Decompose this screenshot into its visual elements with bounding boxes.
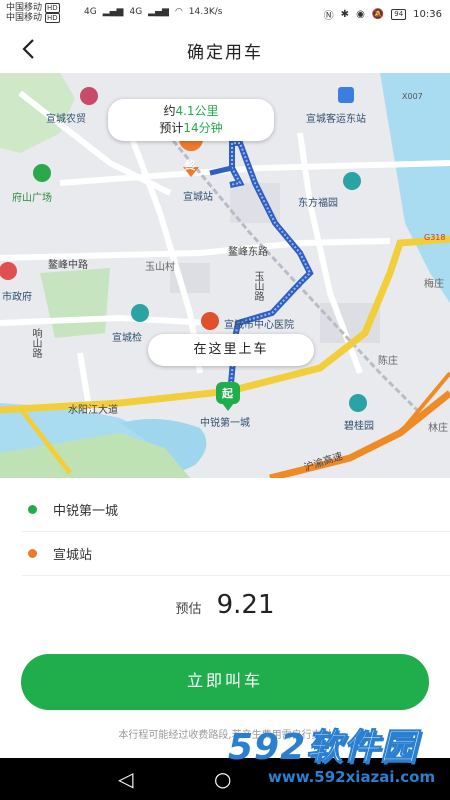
signal-icon: ▂▄▆ (102, 7, 124, 17)
trip-sheet: 中锐第一城 宣城站 预估 9.21 立即叫车 本行程可能经过收费路段,若产生费用… (0, 478, 450, 758)
end-marker: 终 (185, 159, 196, 172)
clock: 10:36 (413, 9, 442, 20)
location-icon: ◉ (356, 9, 365, 20)
time-prefix: 预计 (159, 121, 184, 135)
map-label: 宣城检 (112, 333, 142, 344)
map-label: 陈庄 (378, 356, 398, 367)
end-dot-icon (28, 548, 37, 558)
map-label: 宣城农贸 (46, 114, 86, 125)
carrier-2: 中国移动 (6, 13, 43, 23)
map-label: 宣城站 (183, 192, 213, 203)
network-info: 4G ▂▄▆ 4G ▂▄▆ ◠ 14.3K/s (84, 7, 222, 17)
nav-back-icon[interactable]: ◁ (118, 768, 133, 790)
network-type-2: 4G (129, 7, 143, 17)
pickup-bubble[interactable]: 在这里上车 (148, 334, 314, 366)
price-label: 预估 (175, 602, 202, 617)
carrier-1: 中国移动 (6, 3, 43, 13)
toll-note: 本行程可能经过收费路段,若产生费用需自行支付 (118, 730, 332, 741)
map-label: 鳌峰中路 (48, 260, 88, 271)
price-estimate: 预估 9.21 (0, 590, 450, 620)
bluetooth-icon: ✱ (340, 9, 350, 20)
end-location: 宣城站 (53, 547, 93, 563)
network-speed: 14.3K/s (188, 7, 223, 17)
battery-icon: 94 (391, 9, 407, 20)
map-label: X007 (402, 92, 423, 101)
map-label: 林庄 (428, 423, 448, 434)
map-label: 玉山村 (145, 262, 175, 273)
start-marker: 起 (222, 387, 233, 400)
map-label: 东方福园 (298, 198, 338, 209)
nav-home-icon[interactable]: ○ (214, 768, 231, 790)
map-view[interactable]: 终 起 宣城农贸 宣城客运东站 X007 府山广场 东方福园 宣城站 鳌峰东路 … (0, 73, 450, 478)
map-label: 碧桂园 (344, 421, 374, 432)
distance-value: 4.1公里 (175, 104, 219, 118)
page-title: 确定用车 (187, 43, 263, 63)
map-label: 梅庄 (424, 279, 444, 290)
end-location-row[interactable]: 宣城站 (0, 531, 450, 575)
signal-icon: ▂▄▆ (148, 7, 169, 17)
trip-info-bubble: 约4.1公里 预计14分钟 (108, 99, 274, 141)
carrier-info: 中国移动 HD 中国移动 HD (6, 3, 60, 23)
wifi-icon: ◠ (174, 7, 183, 17)
status-bar: 中国移动 HD 中国移动 HD 4G ▂▄▆ 4G ▂▄▆ ◠ 14.3K/s Ⓝ … (0, 0, 450, 28)
system-icons: Ⓝ ✱ ◉ 🔕 94 10:36 (324, 7, 442, 22)
call-car-button[interactable]: 立即叫车 (21, 654, 429, 710)
system-nav-bar: ◁ ○ (0, 758, 450, 800)
hd-badge: HD (45, 13, 60, 23)
map-label: 市政府 (2, 292, 32, 303)
map-label: 宣城客运东站 (306, 114, 366, 125)
price-value: 9.21 (216, 590, 275, 620)
start-location: 中锐第一城 (53, 503, 119, 519)
map-label: 鳌峰东路 (228, 247, 268, 258)
map-label: 响山路 (30, 328, 41, 358)
start-location-row[interactable]: 中锐第一城 (0, 487, 450, 531)
map-label: 水阳江大道 (68, 405, 118, 416)
mute-icon: 🔕 (371, 9, 385, 20)
nfc-icon: Ⓝ (323, 11, 334, 22)
map-label: 宣城市中心医院 (224, 320, 294, 331)
map-label: 中锐第一城 (200, 418, 250, 429)
map-label: 府山广场 (12, 193, 52, 204)
start-dot-icon (28, 504, 37, 514)
map-label: 玉山路 (252, 271, 263, 301)
network-type-1: 4G (84, 7, 97, 17)
map-label: G318 (424, 233, 446, 242)
hd-badge: HD (45, 3, 60, 13)
divider (22, 575, 450, 576)
time-value: 14分钟 (183, 121, 223, 135)
distance-prefix: 约 (163, 104, 176, 118)
app-header: 确定用车 (0, 28, 450, 73)
